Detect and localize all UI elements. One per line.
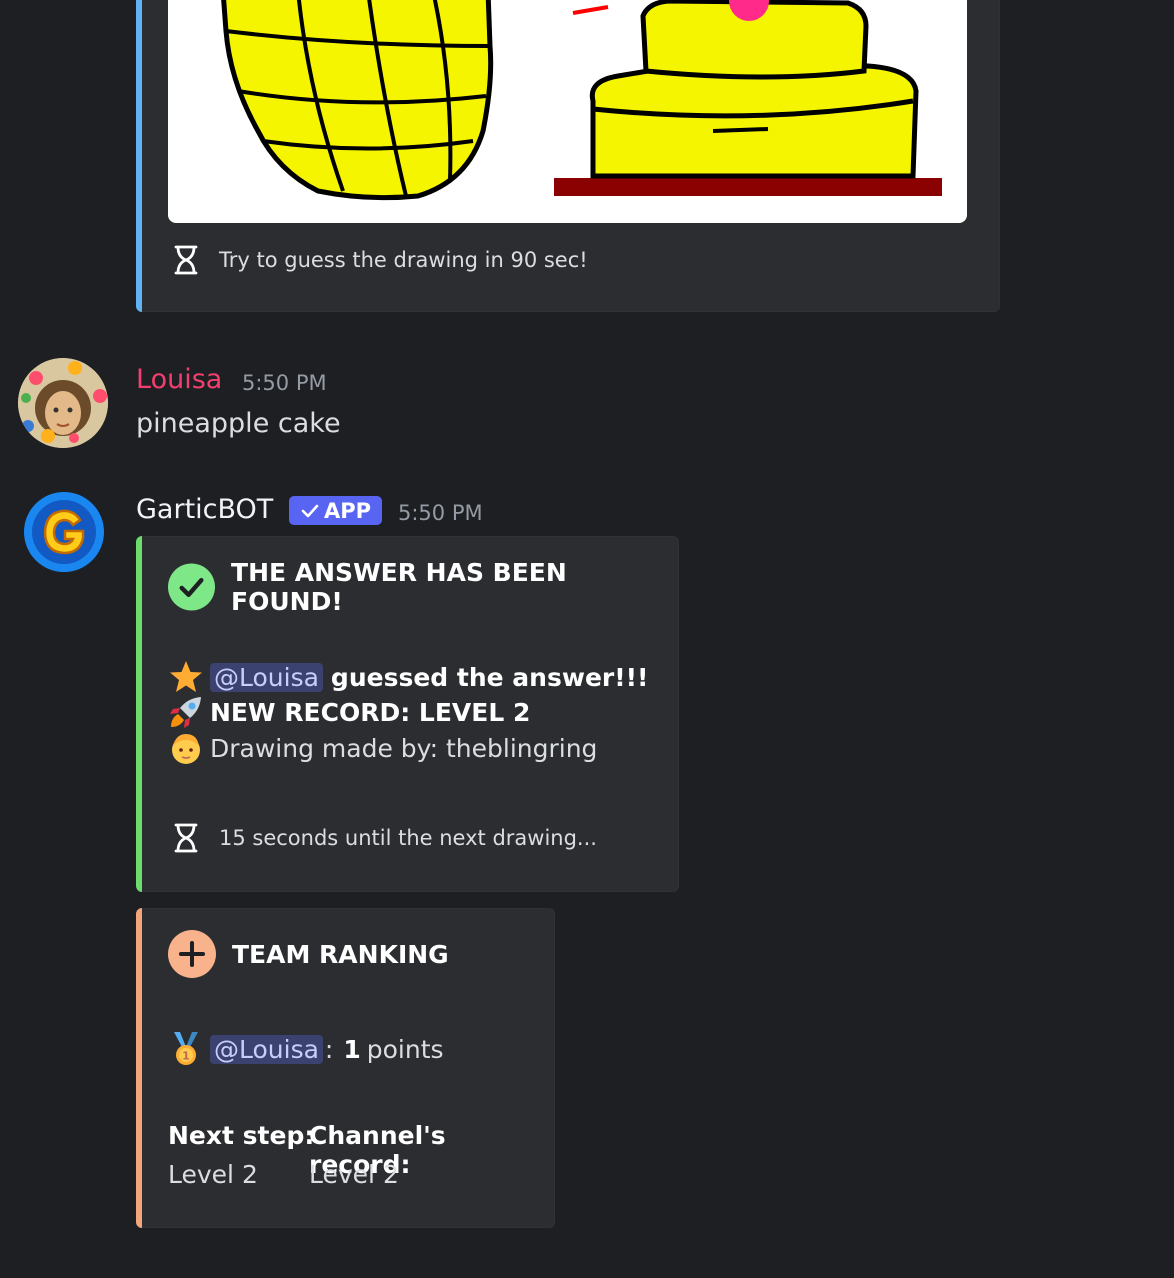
answer-embed-title-text: THE ANSWER HAS BEEN FOUND! — [231, 558, 567, 616]
message-timestamp: 5:50 PM — [242, 371, 327, 395]
drawing-image[interactable] — [168, 0, 967, 223]
embed-accent-bar — [136, 536, 142, 892]
drawer-line: Drawing made by: theblingring — [168, 730, 597, 766]
check-circle-icon — [168, 563, 216, 611]
gold-medal-icon: 1 — [174, 1032, 198, 1065]
drawer-text: Drawing made by: theblingring — [210, 733, 598, 763]
drawing-embed-footer-text: Try to guess the drawing in 90 sec! — [219, 248, 588, 272]
svg-text:1: 1 — [182, 1050, 190, 1063]
guessed-text: guessed the answer!!! — [330, 662, 649, 692]
drawing-embed: Try to guess the drawing in 90 sec! — [136, 0, 1000, 312]
points-label: points — [366, 1034, 444, 1064]
answer-embed-title: THE ANSWER HAS BEEN FOUND! — [168, 558, 678, 616]
answer-embed-footer: 15 seconds until the next drawing... — [173, 823, 597, 853]
embed-accent-bar — [136, 0, 142, 312]
app-badge-label: APP — [323, 498, 372, 523]
ranking-embed-title: TEAM RANKING — [168, 930, 449, 978]
field-channel-record-value: Level 2 — [309, 1160, 399, 1189]
ranking-embed: TEAM RANKING 1 @Louisa : 1 points Next s… — [136, 908, 555, 1228]
hourglass-icon — [174, 823, 198, 853]
hourglass-icon — [174, 245, 198, 275]
user-mention[interactable]: @Louisa — [210, 662, 323, 692]
embed-accent-bar — [136, 908, 142, 1228]
verified-check-icon — [301, 504, 319, 517]
message-text: pineapple cake — [136, 408, 341, 439]
app-badge: APP — [289, 496, 382, 525]
user-mention[interactable]: @Louisa — [210, 1034, 323, 1064]
field-next-step-name: Next step: — [168, 1121, 315, 1150]
record-line: NEW RECORD: LEVEL 2 — [168, 694, 530, 730]
username-louisa[interactable]: Louisa — [136, 364, 222, 395]
avatar-garticbot[interactable] — [24, 492, 104, 572]
field-next-step-value: Level 2 — [168, 1160, 258, 1189]
answer-embed-footer-text: 15 seconds until the next drawing... — [219, 826, 597, 850]
answer-embed: THE ANSWER HAS BEEN FOUND! @Louisa guess… — [136, 536, 679, 892]
chat-log: Try to guess the drawing in 90 sec! Loui… — [0, 0, 1174, 1278]
star-icon — [170, 661, 202, 692]
points-value: 1 — [343, 1034, 361, 1064]
rocket-icon — [170, 697, 201, 728]
message-timestamp: 5:50 PM — [398, 501, 483, 525]
username-garticbot[interactable]: GarticBOT — [136, 494, 273, 525]
gartic-logo-icon — [24, 492, 104, 572]
ranking-embed-title-text: TEAM RANKING — [232, 939, 449, 969]
drawing-embed-footer: Try to guess the drawing in 90 sec! — [173, 245, 588, 275]
plus-circle-icon — [168, 930, 216, 978]
avatar-louisa[interactable] — [18, 358, 108, 448]
record-text: NEW RECORD: LEVEL 2 — [210, 697, 531, 727]
ranking-entry: 1 @Louisa : 1 points — [168, 1031, 444, 1067]
guessed-line: @Louisa guessed the answer!!! — [168, 659, 648, 695]
person-icon — [172, 734, 200, 764]
ranking-separator: : — [324, 1034, 334, 1064]
